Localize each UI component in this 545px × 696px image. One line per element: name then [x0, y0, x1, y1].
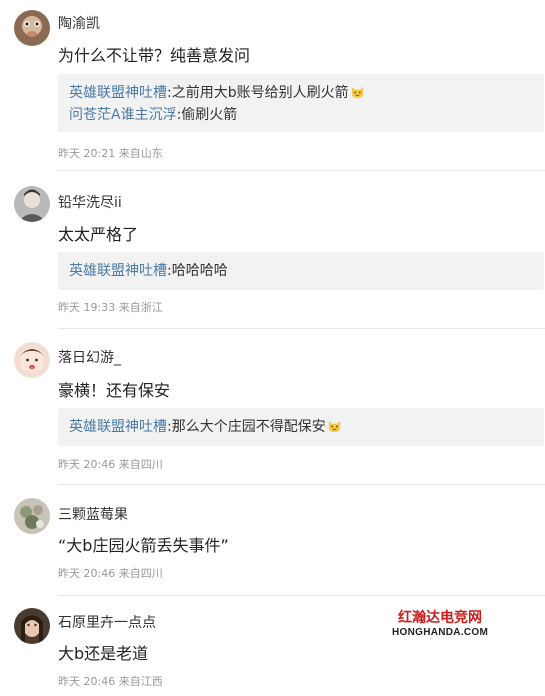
reply-box[interactable]: 英雄联盟神吐槽:之前用大b账号给别人刷火箭 问苍茫A谁主沉浮:偷刷火箭: [58, 74, 544, 132]
username[interactable]: 三颗蓝莓果: [58, 504, 128, 524]
reply-author[interactable]: 英雄联盟神吐槽: [69, 85, 167, 101]
divider: [58, 170, 545, 171]
watermark-logo: 红瀚达电竞网 HONGHANDA.COM: [392, 610, 488, 642]
smile-cat-emoji-icon: [351, 86, 363, 99]
comment-text: 太太严格了: [58, 225, 139, 244]
reply-author[interactable]: 英雄联盟神吐槽: [69, 419, 167, 435]
reply-author[interactable]: 问苍茫A谁主沉浮: [69, 107, 177, 123]
divider: [58, 328, 545, 329]
comment-meta: 昨天 20:46 来自四川: [58, 458, 163, 471]
watermark-title: 红瀚达电竞网: [398, 610, 482, 626]
divider: [58, 595, 545, 596]
reply-author[interactable]: 英雄联盟神吐槽: [69, 263, 167, 279]
reply-content: 那么大个庄园不得配保安: [171, 419, 326, 435]
username[interactable]: 陶渝凯: [58, 13, 100, 33]
username[interactable]: 石原里卉一点点: [58, 612, 156, 632]
watermark-url: HONGHANDA.COM: [392, 627, 489, 638]
divider: [58, 484, 545, 485]
comment-text: “大b庄园火箭丢失事件”: [58, 536, 229, 555]
reply-line: 问苍茫A谁主沉浮:偷刷火箭: [69, 104, 533, 126]
reply-line: 英雄联盟神吐槽:那么大个庄园不得配保安: [69, 416, 533, 438]
reply-line: 英雄联盟神吐槽:哈哈哈哈: [69, 260, 533, 282]
comment-text: 为什么不让带？纯善意发问: [58, 46, 251, 65]
avatar[interactable]: [14, 342, 50, 378]
reply-box[interactable]: 英雄联盟神吐槽:哈哈哈哈: [58, 252, 544, 290]
reply-content: 偷刷火箭: [181, 107, 238, 123]
reply-line: 英雄联盟神吐槽:之前用大b账号给别人刷火箭: [69, 82, 533, 104]
comment-meta: 昨天 20:21 来自山东: [58, 147, 163, 160]
avatar[interactable]: [14, 498, 50, 534]
username[interactable]: 落日幻游_: [58, 347, 121, 367]
comment-meta: 昨天 20:46 来自江西: [58, 675, 163, 688]
smile-cat-emoji-icon: [328, 420, 340, 433]
reply-content: 哈哈哈哈: [171, 263, 228, 279]
avatar[interactable]: [14, 186, 50, 222]
reply-box[interactable]: 英雄联盟神吐槽:那么大个庄园不得配保安: [58, 408, 544, 446]
reply-content: 之前用大b账号给别人刷火箭: [171, 85, 349, 101]
comment-text: 大b还是老道: [58, 644, 149, 663]
username[interactable]: 铅华洗尽ii: [58, 192, 122, 212]
avatar[interactable]: [14, 10, 50, 46]
comment-meta: 昨天 20:46 来自四川: [58, 567, 163, 580]
avatar[interactable]: [14, 608, 50, 644]
comment-text: 豪横！还有保安: [58, 381, 171, 400]
comment-meta: 昨天 19:33 来自浙江: [58, 301, 163, 314]
